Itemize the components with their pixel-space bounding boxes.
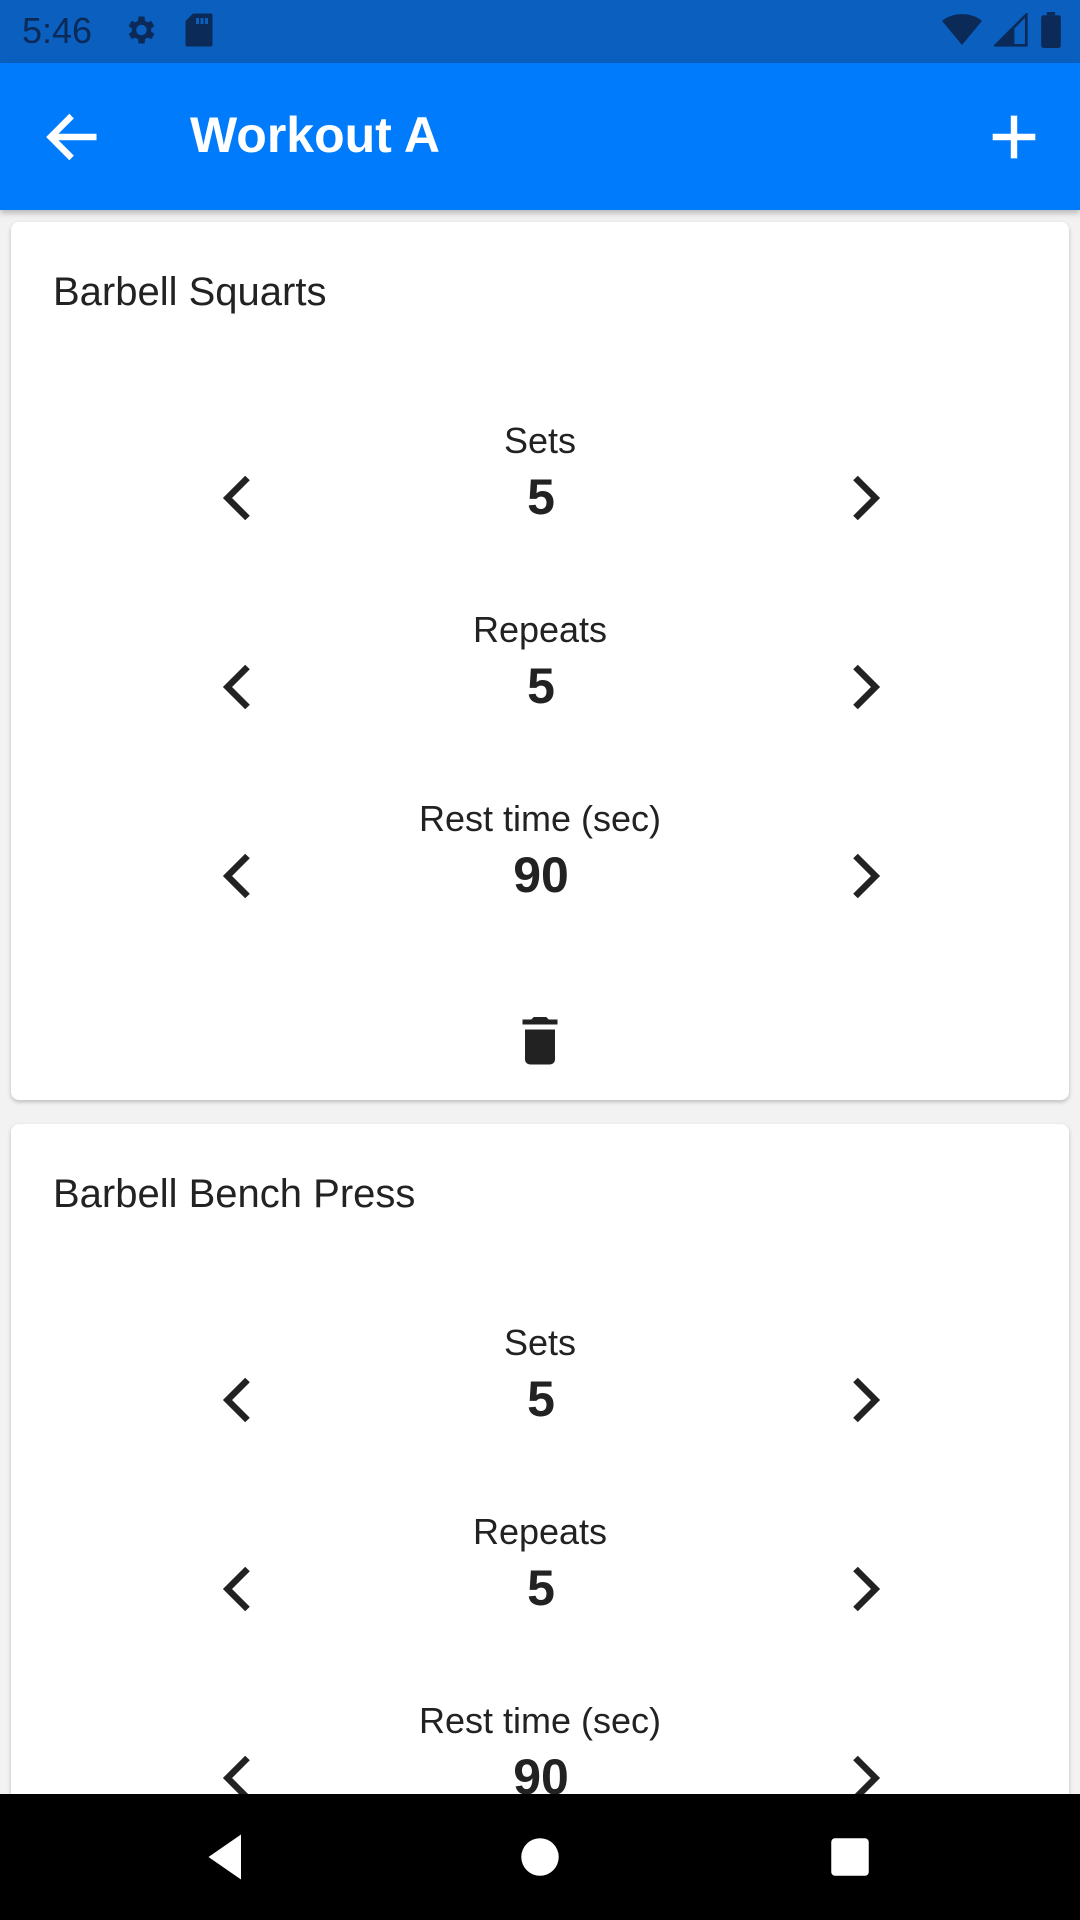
status-bar: 5:46	[0, 0, 1080, 63]
home-circle-icon	[521, 1838, 559, 1876]
chevron-right-icon	[853, 1377, 881, 1423]
repeats-value: 5	[527, 658, 555, 714]
exercise-card: Barbell Bench Press Sets 5 Repeats 5 Res…	[11, 1124, 1069, 1794]
battery-icon	[1040, 12, 1062, 48]
sets-decrease-button[interactable]	[210, 468, 270, 528]
chevron-left-icon	[222, 853, 250, 899]
gear-icon	[122, 12, 158, 48]
status-time: 5:46	[22, 10, 93, 51]
sets-label: Sets	[503, 420, 577, 461]
rest-time-value: 90	[513, 1749, 569, 1794]
exercise-name: Barbell Squarts	[53, 270, 327, 314]
wifi-icon	[942, 13, 982, 47]
back-button[interactable]	[40, 105, 104, 169]
delete-exercise-button[interactable]	[510, 1012, 570, 1072]
sets-increase-button[interactable]	[833, 468, 893, 528]
repeats-decrease-button[interactable]	[210, 1559, 270, 1619]
sets-increase-button[interactable]	[833, 1370, 893, 1430]
chevron-left-icon	[222, 664, 250, 710]
sd-card-icon	[184, 12, 214, 48]
chevron-left-icon	[222, 1755, 250, 1794]
chevron-right-icon	[853, 475, 881, 521]
nav-home-button[interactable]	[510, 1827, 570, 1887]
repeats-decrease-button[interactable]	[210, 657, 270, 717]
plus-icon	[992, 115, 1036, 159]
rest-decrease-button[interactable]	[210, 1748, 270, 1794]
rest-time-value: 90	[513, 847, 569, 903]
repeats-label: Repeats	[472, 609, 608, 650]
rest-time-label: Rest time (sec)	[418, 1700, 662, 1741]
sets-value: 5	[527, 1371, 555, 1427]
chevron-right-icon	[853, 1566, 881, 1612]
exercise-name: Barbell Bench Press	[53, 1172, 416, 1216]
exercise-list: Barbell Squarts Sets 5 Repeats 5 Rest ti…	[0, 210, 1080, 1794]
sets-decrease-button[interactable]	[210, 1370, 270, 1430]
chevron-left-icon	[222, 1566, 250, 1612]
signal-icon	[994, 13, 1028, 47]
page-title: Workout A	[190, 107, 440, 163]
repeats-value: 5	[527, 1560, 555, 1616]
exercise-card: Barbell Squarts Sets 5 Repeats 5 Rest ti…	[11, 222, 1069, 1100]
sets-value: 5	[527, 469, 555, 525]
chevron-right-icon	[853, 664, 881, 710]
chevron-left-icon	[222, 1377, 250, 1423]
app-bar: Workout A	[0, 63, 1080, 210]
repeats-increase-button[interactable]	[833, 657, 893, 717]
chevron-left-icon	[222, 475, 250, 521]
nav-back-button[interactable]	[196, 1827, 256, 1887]
rest-increase-button[interactable]	[833, 1748, 893, 1794]
repeats-label: Repeats	[472, 1511, 608, 1552]
recents-square-icon	[831, 1838, 869, 1876]
trash-icon	[522, 1017, 558, 1065]
repeats-increase-button[interactable]	[833, 1559, 893, 1619]
chevron-right-icon	[853, 1755, 881, 1794]
sets-label: Sets	[503, 1322, 577, 1363]
system-nav-bar	[0, 1794, 1080, 1920]
chevron-right-icon	[853, 853, 881, 899]
back-triangle-icon	[208, 1834, 241, 1880]
rest-time-label: Rest time (sec)	[418, 798, 662, 839]
nav-recents-button[interactable]	[820, 1827, 880, 1887]
rest-increase-button[interactable]	[833, 846, 893, 906]
add-exercise-button[interactable]	[982, 105, 1046, 169]
rest-decrease-button[interactable]	[210, 846, 270, 906]
arrow-back-icon	[46, 113, 97, 161]
